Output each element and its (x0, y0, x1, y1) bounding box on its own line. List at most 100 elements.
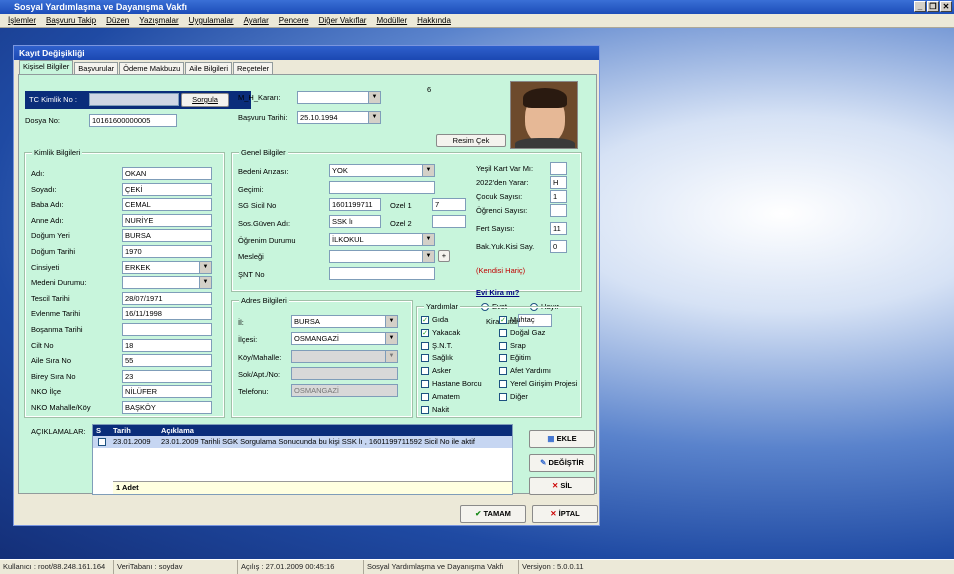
checkbox-icon[interactable] (499, 328, 507, 337)
genel-right-field-2[interactable]: 1 (550, 190, 567, 203)
menu-ayarlar[interactable]: Ayarlar (239, 14, 274, 27)
il-select[interactable]: BURSA (291, 315, 398, 328)
ozel1-input[interactable]: 7 (432, 198, 466, 211)
sok-apt-input[interactable] (291, 367, 398, 380)
meslegi-select[interactable] (329, 250, 435, 263)
kimlik-label-14: NKO İlçe (31, 387, 62, 397)
checkbox-icon[interactable] (499, 341, 507, 350)
kimlik-field-2[interactable]: CEMAL (122, 198, 212, 212)
yardim-left-2[interactable]: Ş.N.T. (421, 341, 452, 351)
menu-pencere[interactable]: Pencere (274, 14, 314, 27)
resim-cek-button[interactable]: Resim Çek (436, 134, 506, 147)
menu-yazismalar[interactable]: Yazışmalar (134, 14, 183, 27)
tab-basvurular[interactable]: Başvurular (74, 62, 119, 74)
genel-right-field-3[interactable] (550, 204, 567, 217)
checkbox-icon[interactable] (499, 392, 507, 401)
checkbox-icon[interactable] (499, 380, 507, 388)
add-meslek-button[interactable]: + (438, 250, 450, 262)
sorgula-button[interactable]: Sorgula (181, 93, 229, 107)
kisisel-bilgiler-panel: TC Kimlik No : Sorgula Dosya No: 1016160… (18, 74, 597, 495)
restore-icon[interactable]: ❐ (927, 1, 939, 12)
yardim-left-4[interactable]: Asker (421, 366, 451, 376)
sil-button[interactable]: ✕ SİL (529, 477, 595, 495)
minimize-icon[interactable]: _ (914, 1, 926, 12)
menu-islemler[interactable]: İşlemler (3, 14, 41, 27)
yardim-left-5[interactable]: Hastane Borcu (421, 379, 482, 389)
menu-uygulamalar[interactable]: Uygulamalar (184, 14, 239, 27)
dosya-no-input[interactable]: 10161600000005 (89, 114, 177, 127)
checkbox-icon[interactable] (421, 405, 429, 414)
tab-receteler[interactable]: Reçeteler (233, 62, 274, 74)
sg-sicil-input[interactable]: 1601199711 (329, 198, 381, 211)
menu-basvuru-takip[interactable]: Başvuru Takip (41, 14, 101, 27)
kimlik-field-15[interactable]: BAŞKÖY (122, 401, 212, 414)
ilce-select[interactable]: OSMANGAZİ (291, 332, 398, 345)
genel-right-field-0[interactable] (550, 162, 567, 175)
telefon-input[interactable]: OSMANGAZİ (291, 384, 398, 397)
checkbox-icon[interactable] (421, 392, 429, 401)
menu-diger-vakiflar[interactable]: Diğer Vakıflar (314, 14, 372, 27)
genel-right-field-5[interactable]: 0 (550, 240, 567, 253)
kimlik-field-4[interactable]: BURSA (122, 229, 212, 243)
yardim-right-5[interactable]: Yerel Girişim Projesi (499, 379, 577, 389)
kimlik-field-5[interactable]: 1970 (122, 245, 212, 258)
checkbox-icon[interactable]: ✓ (499, 316, 507, 324)
yardim-right-4[interactable]: Afet Yardımı (499, 366, 551, 376)
ekle-button[interactable]: ▦ EKLE (529, 430, 595, 448)
tc-kimlik-input[interactable] (89, 93, 179, 106)
yardim-right-2[interactable]: Srap (499, 341, 526, 351)
checkbox-icon[interactable] (421, 341, 429, 350)
sos-guven-input[interactable]: SSK lı (329, 215, 381, 228)
yardim-right-0[interactable]: ✓ Muhtaç (499, 315, 535, 325)
kimlik-field-1[interactable]: ÇEKİ (122, 182, 212, 196)
ozel2-input[interactable] (432, 215, 466, 228)
kimlik-field-11[interactable]: 18 (122, 338, 212, 352)
menu-duzen[interactable]: Düzen (101, 14, 134, 27)
kimlik-field-8[interactable]: 28/07/1971 (122, 291, 212, 305)
checkbox-icon[interactable] (499, 354, 507, 363)
kimlik-field-6[interactable]: ERKEK (122, 260, 212, 274)
row-checkbox[interactable] (98, 438, 106, 446)
yardim-left-1[interactable]: ✓ Yakacak (421, 328, 460, 338)
kimlik-field-13[interactable]: 23 (122, 369, 212, 383)
bedeni-arizasi-select[interactable]: YOK (329, 164, 435, 177)
checkbox-icon[interactable] (421, 380, 429, 388)
yardim-right-6[interactable]: Diğer (499, 392, 528, 402)
degistir-button[interactable]: ✎ DEĞİŞTİR (529, 454, 595, 472)
kimlik-field-9[interactable]: 16/11/1998 (122, 307, 212, 321)
tab-kisisel-bilgiler[interactable]: Kişisel Bilgiler (19, 60, 74, 74)
checkbox-icon[interactable]: ✓ (421, 316, 429, 324)
checkbox-icon[interactable] (421, 354, 429, 363)
genel-right-field-1[interactable]: H (550, 176, 567, 189)
kimlik-field-12[interactable]: 55 (122, 354, 212, 368)
kimlik-field-10[interactable] (122, 323, 212, 336)
menu-hakkinda[interactable]: Hakkında (412, 14, 456, 27)
yardim-left-3[interactable]: Sağlık (421, 353, 453, 363)
gecimi-input[interactable] (329, 181, 435, 194)
iptal-button[interactable]: ✕ İPTAL (532, 505, 598, 523)
yardim-right-1[interactable]: Doğal Gaz (499, 328, 545, 338)
kimlik-field-0[interactable]: OKAN (122, 167, 212, 180)
snt-no-input[interactable] (329, 267, 435, 280)
menu-moduller[interactable]: Modüller (371, 14, 412, 27)
close-icon[interactable]: ✕ (940, 1, 952, 12)
yardim-left-7[interactable]: Nakit (421, 405, 449, 415)
genel-right-field-4[interactable]: 11 (550, 222, 567, 235)
yardim-left-0[interactable]: ✓ Gıda (421, 315, 448, 325)
kimlik-field-14[interactable]: NİLÜFER (122, 385, 212, 399)
kimlik-field-3[interactable]: NURİYE (122, 213, 212, 227)
checkbox-icon[interactable] (499, 367, 507, 376)
tamam-button[interactable]: ✔ TAMAM (460, 505, 526, 523)
tab-odeme-makbuzu[interactable]: Ödeme Makbuzu (119, 62, 185, 74)
kimlik-field-7[interactable] (122, 276, 212, 290)
mh-karari-select[interactable] (297, 91, 381, 104)
yardim-right-3[interactable]: Eğitim (499, 353, 531, 363)
tab-aile-bilgileri[interactable]: Aile Bilgileri (185, 62, 233, 74)
yardim-left-6[interactable]: Amatem (421, 392, 460, 402)
ogrenim-select[interactable]: İLKOKUL (329, 233, 435, 246)
basvuru-tarihi-select[interactable]: 25.10.1994 (297, 111, 381, 124)
table-row[interactable]: 23.01.2009 23.01.2009 Tarihli SGK Sorgul… (93, 436, 512, 448)
checkbox-icon[interactable]: ✓ (421, 328, 429, 337)
koy-mahalle-select[interactable] (291, 350, 398, 363)
checkbox-icon[interactable] (421, 367, 429, 376)
